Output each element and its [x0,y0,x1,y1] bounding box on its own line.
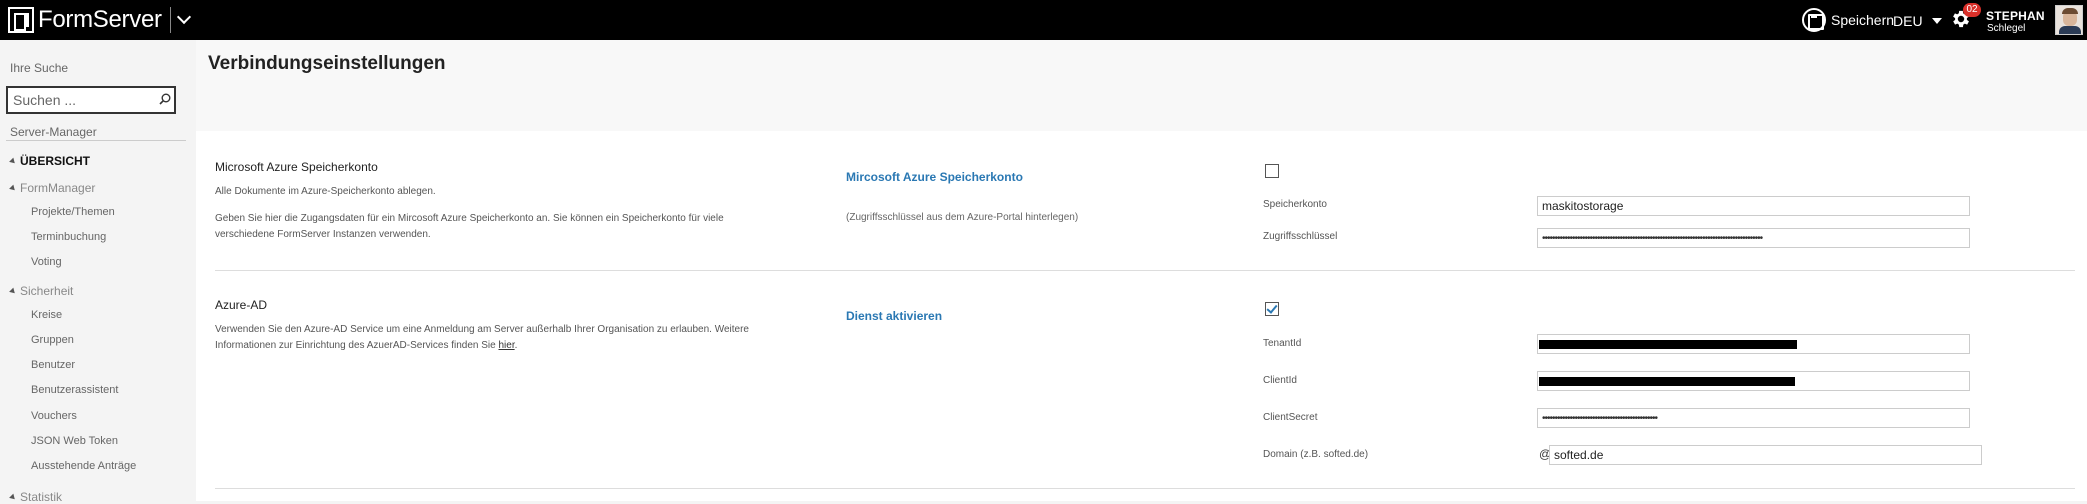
client-secret-label: ClientSecret [1263,412,1318,423]
search-heading: Ihre Suche [10,61,69,75]
enable-service-checkbox[interactable] [1265,302,1279,316]
section-divider [215,270,2075,271]
azure-storage-heading: Mircosoft Azure Speicherkonto [846,170,1023,184]
expand-triangle-icon [9,287,17,295]
chevron-down-icon[interactable] [176,9,191,25]
caret-down-icon [1931,18,1942,24]
sidebar-item-kreise[interactable]: Kreise [31,309,62,321]
search-input[interactable] [13,91,153,109]
sidebar-item-ausstehende-antraege[interactable]: Ausstehende Anträge [31,460,136,472]
azure-storage-note: (Zugriffsschlüssel aus dem Azure-Portal … [846,212,1079,223]
sidebar-group-formmanager[interactable]: FormManager [9,181,95,195]
domain-input[interactable] [1549,445,1982,465]
user-first-name: STEPHAN [1986,9,2045,23]
sidebar-item-vouchers[interactable]: Vouchers [31,410,77,422]
expand-triangle-icon [9,157,17,165]
expand-triangle-icon [9,493,17,501]
settings-panel: Microsoft Azure Speicherkonto Alle Dokum… [196,131,2087,501]
storage-account-label: Speicherkonto [1263,199,1327,210]
sidebar-group-statistik[interactable]: Statistik [9,490,62,504]
azure-ad-desc-1: Verwenden Sie den Azure-AD Service um ei… [215,324,749,335]
user-menu[interactable]: STEPHAN Schlegel [1986,9,2045,34]
azure-storage-title: Microsoft Azure Speicherkonto [215,160,378,174]
user-last-name: Schlegel [1987,23,2026,34]
sidebar-item-terminbuchung[interactable]: Terminbuchung [31,231,106,243]
client-secret-input[interactable] [1537,408,1970,428]
top-bar: FormServer Speichern DEU 02 STEPHAN Schl… [0,0,2087,40]
main-content: Verbindungseinstellungen Microsoft Azure… [196,40,2087,501]
azure-storage-checkbox[interactable] [1265,164,1279,178]
save-icon [1802,8,1826,32]
client-id-input[interactable] [1537,371,1970,391]
sidebar-group-sicherheit[interactable]: Sicherheit [9,284,73,298]
azure-ad-title: Azure-AD [215,298,268,312]
page-header: Verbindungseinstellungen [196,40,2087,131]
client-id-label: ClientId [1263,375,1297,386]
redacted-value [1539,377,1795,386]
avatar[interactable] [2055,5,2083,35]
formserver-logo-icon [8,7,34,33]
storage-account-input[interactable] [1537,196,1970,216]
expand-triangle-icon [9,184,17,192]
sidebar-item-benutzerassistent[interactable]: Benutzerassistent [31,384,118,396]
azure-storage-desc-3: verschiedene FormServer Instanzen verwen… [215,229,431,240]
azure-storage-desc-2: Geben Sie hier die Zugangsdaten für ein … [215,213,724,224]
domain-label: Domain (z.B. softed.de) [1263,449,1369,460]
sidebar-item-voting[interactable]: Voting [31,256,62,268]
notification-badge[interactable]: 02 [1963,3,1981,17]
search-icon[interactable] [159,93,171,105]
sidebar-divider [6,140,186,141]
access-key-input[interactable] [1537,228,1970,248]
sidebar-item-gruppen[interactable]: Gruppen [31,334,74,346]
tenant-id-input[interactable] [1537,334,1970,354]
page-title: Verbindungseinstellungen [208,53,446,74]
help-link[interactable]: hier [498,340,514,351]
sidebar-item-overview[interactable]: ÜBERSICHT [9,154,90,168]
app-name: FormServer [38,6,162,33]
azure-ad-desc-2: Informationen zur Einrichtung des AzuerA… [215,340,518,351]
section-divider [215,488,2075,489]
sidebar-item-projekte[interactable]: Projekte/Themen [31,206,115,218]
sidebar: Ihre Suche Server-Manager ÜBERSICHT Form… [0,40,196,504]
redacted-value [1539,340,1797,349]
brand-divider [169,7,171,33]
azure-storage-desc-1: Alle Dokumente im Azure-Speicherkonto ab… [215,186,436,197]
save-button[interactable]: Speichern [1802,8,1894,32]
access-key-label: Zugriffsschlüssel [1263,231,1338,242]
tenant-id-label: TenantId [1263,338,1302,349]
server-manager-label[interactable]: Server-Manager [10,125,97,139]
sidebar-item-benutzer[interactable]: Benutzer [31,359,75,371]
language-value: DEU [1893,13,1923,29]
search-box[interactable] [6,86,176,114]
app-brand[interactable]: FormServer [8,6,191,34]
language-select[interactable]: DEU [1893,13,1942,29]
sidebar-item-json-web-token[interactable]: JSON Web Token [31,435,118,447]
enable-service-heading: Dienst aktivieren [846,309,943,323]
save-label: Speichern [1831,12,1895,28]
